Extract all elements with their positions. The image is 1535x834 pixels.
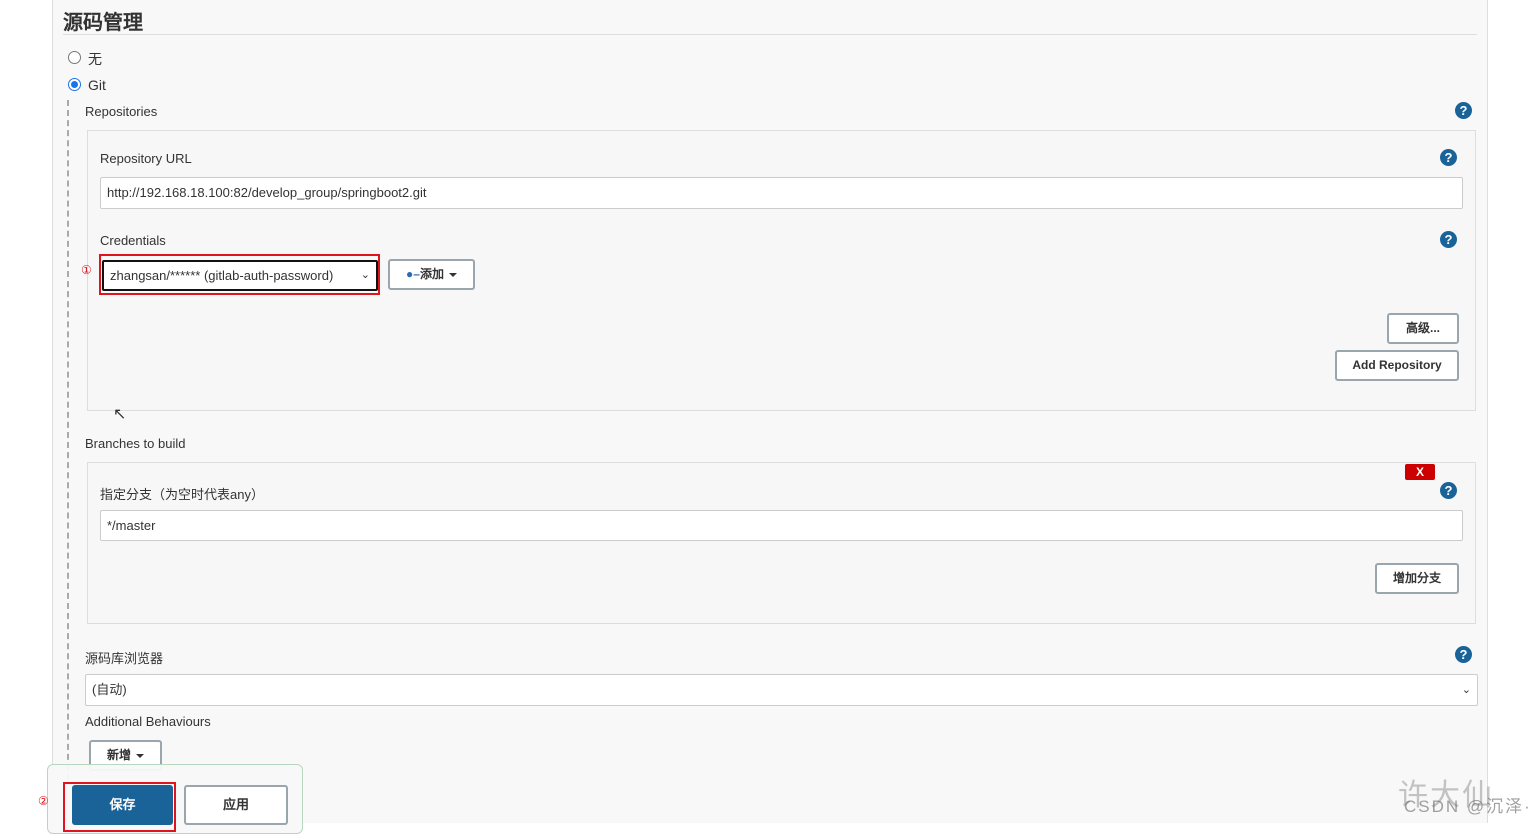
scm-section: 源码管理 无 Git Repositories ? Repository URL… bbox=[52, 0, 1488, 823]
help-icon[interactable]: ? bbox=[1440, 149, 1457, 166]
caret-down-icon bbox=[136, 753, 144, 758]
credentials-label: Credentials bbox=[100, 233, 166, 248]
add-credentials-button[interactable]: ●–添加 bbox=[388, 259, 475, 290]
additional-behaviours-label: Additional Behaviours bbox=[85, 714, 211, 729]
branches-label: Branches to build bbox=[85, 436, 186, 451]
divider bbox=[63, 34, 1477, 35]
repository-url-label: Repository URL bbox=[100, 151, 192, 166]
credentials-value: zhangsan/****** (gitlab-auth-password) bbox=[110, 268, 334, 283]
credentials-select[interactable]: zhangsan/****** (gitlab-auth-password) ⌄ bbox=[102, 260, 378, 291]
advanced-button[interactable]: 高级... bbox=[1387, 313, 1459, 344]
branch-specifier-label: 指定分支（为空时代表any） bbox=[100, 487, 264, 502]
help-icon[interactable]: ? bbox=[1440, 231, 1457, 248]
branch-box bbox=[87, 462, 1476, 624]
caret-down-icon bbox=[448, 272, 457, 277]
annotation-one: ① bbox=[81, 263, 92, 277]
repository-browser-label: 源码库浏览器 bbox=[85, 651, 164, 666]
help-icon[interactable]: ? bbox=[1440, 482, 1457, 499]
radio-git[interactable] bbox=[68, 78, 81, 91]
save-button[interactable]: 保存 bbox=[72, 785, 173, 825]
chevron-down-icon: ⌄ bbox=[1461, 684, 1471, 696]
key-icon: ●– bbox=[406, 267, 420, 281]
repository-browser-select[interactable]: (自动) ⌄ bbox=[85, 674, 1478, 706]
branch-specifier-input[interactable]: */master bbox=[100, 510, 1463, 541]
mouse-cursor-icon: ↖ bbox=[113, 406, 127, 423]
repository-url-input[interactable]: http://192.168.18.100:82/develop_group/s… bbox=[100, 177, 1463, 209]
delete-branch-button[interactable]: X bbox=[1405, 464, 1435, 480]
radio-none-label: 无 bbox=[88, 51, 102, 67]
git-section-border bbox=[67, 100, 69, 780]
add-repository-button[interactable]: Add Repository bbox=[1335, 350, 1459, 381]
section-title: 源码管理 bbox=[63, 12, 143, 34]
add-branch-button[interactable]: 增加分支 bbox=[1375, 563, 1459, 594]
apply-button[interactable]: 应用 bbox=[184, 785, 288, 825]
chevron-down-icon: ⌄ bbox=[360, 269, 370, 281]
repositories-label: Repositories bbox=[85, 104, 158, 119]
radio-none[interactable] bbox=[68, 51, 81, 64]
annotation-two: ② bbox=[38, 794, 49, 808]
watermark: 许大仙 CSDN @沉泽· bbox=[1398, 779, 1532, 816]
help-icon[interactable]: ? bbox=[1455, 102, 1472, 119]
help-icon[interactable]: ? bbox=[1455, 646, 1472, 663]
radio-git-label: Git bbox=[88, 77, 106, 93]
